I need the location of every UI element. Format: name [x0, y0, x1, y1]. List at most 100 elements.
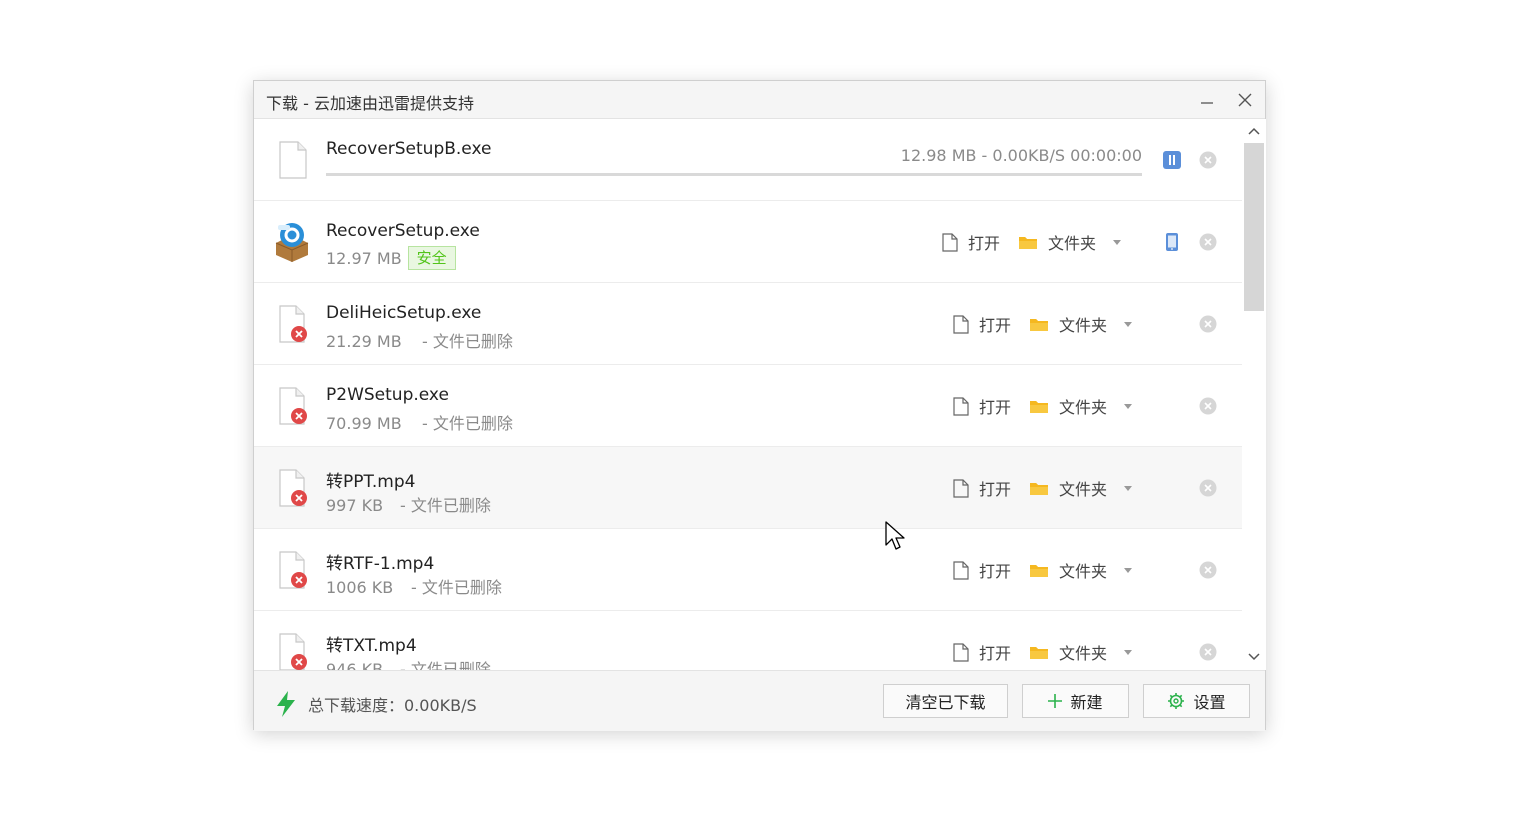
scroll-thumb[interactable]	[1244, 143, 1264, 311]
file-status: - 文件已删除	[400, 660, 491, 670]
folder-icon	[1030, 483, 1049, 495]
remove-icon[interactable]	[1199, 561, 1217, 579]
open-button[interactable]: 打开	[953, 476, 1011, 500]
caret-down-icon	[1113, 239, 1122, 245]
download-row-active[interactable]: RecoverSetupB.exe 12.98 MB - 0.00KB/S 00…	[254, 119, 1242, 201]
file-status: - 文件已删除	[422, 332, 513, 351]
file-name: DeliHeicSetup.exe	[326, 303, 482, 323]
more-dropdown[interactable]	[1110, 235, 1124, 249]
download-row[interactable]: 转RTF-1.mp4 1006 KB - 文件已删除 打开 文件夹	[254, 529, 1242, 611]
folder-button[interactable]: 文件夹	[1029, 476, 1107, 500]
speed-label: 总下载速度：0.00KB/S	[308, 696, 477, 715]
file-name: 转TXT.mp4	[326, 636, 417, 656]
minimize-button[interactable]	[1194, 87, 1220, 113]
row-actions: 打开 文件夹	[953, 312, 1135, 336]
row-actions: 打开 文件夹	[953, 640, 1135, 664]
open-button[interactable]: 打开	[953, 312, 1011, 336]
open-button[interactable]: 打开	[953, 640, 1011, 664]
file-size: 997 KB	[326, 496, 384, 515]
open-label: 打开	[979, 644, 1012, 663]
file-size: 946 KB	[326, 660, 384, 670]
file-name: RecoverSetupB.exe	[326, 139, 492, 159]
file-name: RecoverSetup.exe	[326, 221, 480, 241]
remove-icon[interactable]	[1199, 315, 1217, 333]
remove-icon[interactable]	[1199, 479, 1217, 497]
clear-downloaded-button[interactable]: 清空已下载	[883, 684, 1008, 718]
file-icon	[953, 314, 969, 334]
safe-badge: 安全	[407, 246, 456, 270]
folder-icon	[1030, 319, 1049, 331]
open-label: 打开	[979, 398, 1012, 417]
folder-button[interactable]: 文件夹	[1029, 312, 1107, 336]
folder-icon	[1030, 401, 1049, 413]
footer-bar: 总下载速度：0.00KB/S 清空已下载 新建 设置	[254, 670, 1265, 731]
folder-icon	[1030, 647, 1049, 659]
chevron-down-icon	[1248, 653, 1260, 661]
more-dropdown[interactable]	[1121, 481, 1135, 495]
open-label: 打开	[979, 480, 1012, 499]
download-row[interactable]: 转PPT.mp4 997 KB - 文件已删除 打开 文件夹	[254, 447, 1242, 529]
scrollbar[interactable]	[1242, 119, 1266, 670]
download-row[interactable]: DeliHeicSetup.exe 21.29 MB - 文件已删除 打开 文件夹	[254, 283, 1242, 365]
download-row[interactable]: RecoverSetup.exe 12.97 MB 安全 打开 文件夹	[254, 201, 1242, 283]
download-row[interactable]: 转TXT.mp4 946 KB - 文件已删除 打开 文件夹	[254, 611, 1242, 670]
folder-button[interactable]: 文件夹	[1029, 558, 1107, 582]
plus-icon	[1048, 694, 1063, 708]
open-button[interactable]: 打开	[942, 230, 1000, 254]
open-button[interactable]: 打开	[953, 394, 1011, 418]
open-button[interactable]: 打开	[953, 558, 1011, 582]
row-actions: 打开 文件夹	[953, 558, 1135, 582]
more-dropdown[interactable]	[1121, 399, 1135, 413]
caret-down-icon	[1124, 567, 1133, 573]
folder-label: 文件夹	[1059, 398, 1108, 417]
more-dropdown[interactable]	[1121, 317, 1135, 331]
file-name: 转RTF-1.mp4	[326, 554, 435, 574]
remove-icon[interactable]	[1199, 643, 1217, 661]
file-status: - 文件已删除	[422, 414, 513, 433]
remove-icon[interactable]	[1199, 151, 1217, 169]
file-size: 21.29 MB	[326, 332, 402, 351]
more-dropdown[interactable]	[1121, 645, 1135, 659]
file-size: 1006 KB	[326, 578, 394, 597]
folder-label: 文件夹	[1059, 562, 1108, 581]
file-icon	[953, 396, 969, 416]
folder-label: 文件夹	[1048, 234, 1097, 253]
settings-button[interactable]: 设置	[1143, 684, 1250, 718]
file-icon	[942, 232, 958, 252]
window-title: 下载 - 云加速由迅雷提供支持	[266, 94, 474, 113]
lightning-icon	[277, 691, 295, 717]
download-window: 下载 - 云加速由迅雷提供支持 RecoverSetupB.exe 12.98 …	[253, 80, 1266, 731]
file-meta: 1006 KB - 文件已删除	[326, 574, 502, 598]
remove-icon[interactable]	[1199, 397, 1217, 415]
file-meta: 21.29 MB - 文件已删除	[326, 328, 513, 352]
close-button[interactable]	[1232, 87, 1258, 113]
gear-icon	[1168, 693, 1185, 709]
row-actions: 打开 文件夹	[942, 230, 1124, 254]
clear-label: 清空已下载	[905, 693, 986, 712]
pause-button[interactable]	[1162, 150, 1182, 170]
more-dropdown[interactable]	[1121, 563, 1135, 577]
caret-down-icon	[1124, 403, 1133, 409]
deleted-file-icon	[279, 387, 307, 425]
folder-button[interactable]: 文件夹	[1018, 230, 1096, 254]
progress-bar	[326, 173, 1142, 176]
scroll-up-button[interactable]	[1246, 123, 1262, 139]
folder-label: 文件夹	[1059, 316, 1108, 335]
file-name: 转PPT.mp4	[326, 472, 416, 492]
folder-icon	[1019, 237, 1038, 249]
close-icon	[1238, 93, 1252, 107]
file-icon	[953, 478, 969, 498]
scroll-down-button[interactable]	[1246, 649, 1262, 665]
blank-file-icon	[279, 141, 307, 179]
remove-icon[interactable]	[1199, 233, 1217, 251]
folder-button[interactable]: 文件夹	[1029, 640, 1107, 664]
phone-icon[interactable]	[1162, 232, 1182, 252]
deleted-file-icon	[279, 469, 307, 507]
title-bar[interactable]: 下载 - 云加速由迅雷提供支持	[254, 81, 1265, 119]
download-row[interactable]: P2WSetup.exe 70.99 MB - 文件已删除 打开 文件夹	[254, 365, 1242, 447]
folder-button[interactable]: 文件夹	[1029, 394, 1107, 418]
row-actions: 打开 文件夹	[953, 394, 1135, 418]
minimize-icon	[1201, 102, 1213, 104]
file-meta: 70.99 MB - 文件已删除	[326, 410, 513, 434]
new-download-button[interactable]: 新建	[1022, 684, 1129, 718]
